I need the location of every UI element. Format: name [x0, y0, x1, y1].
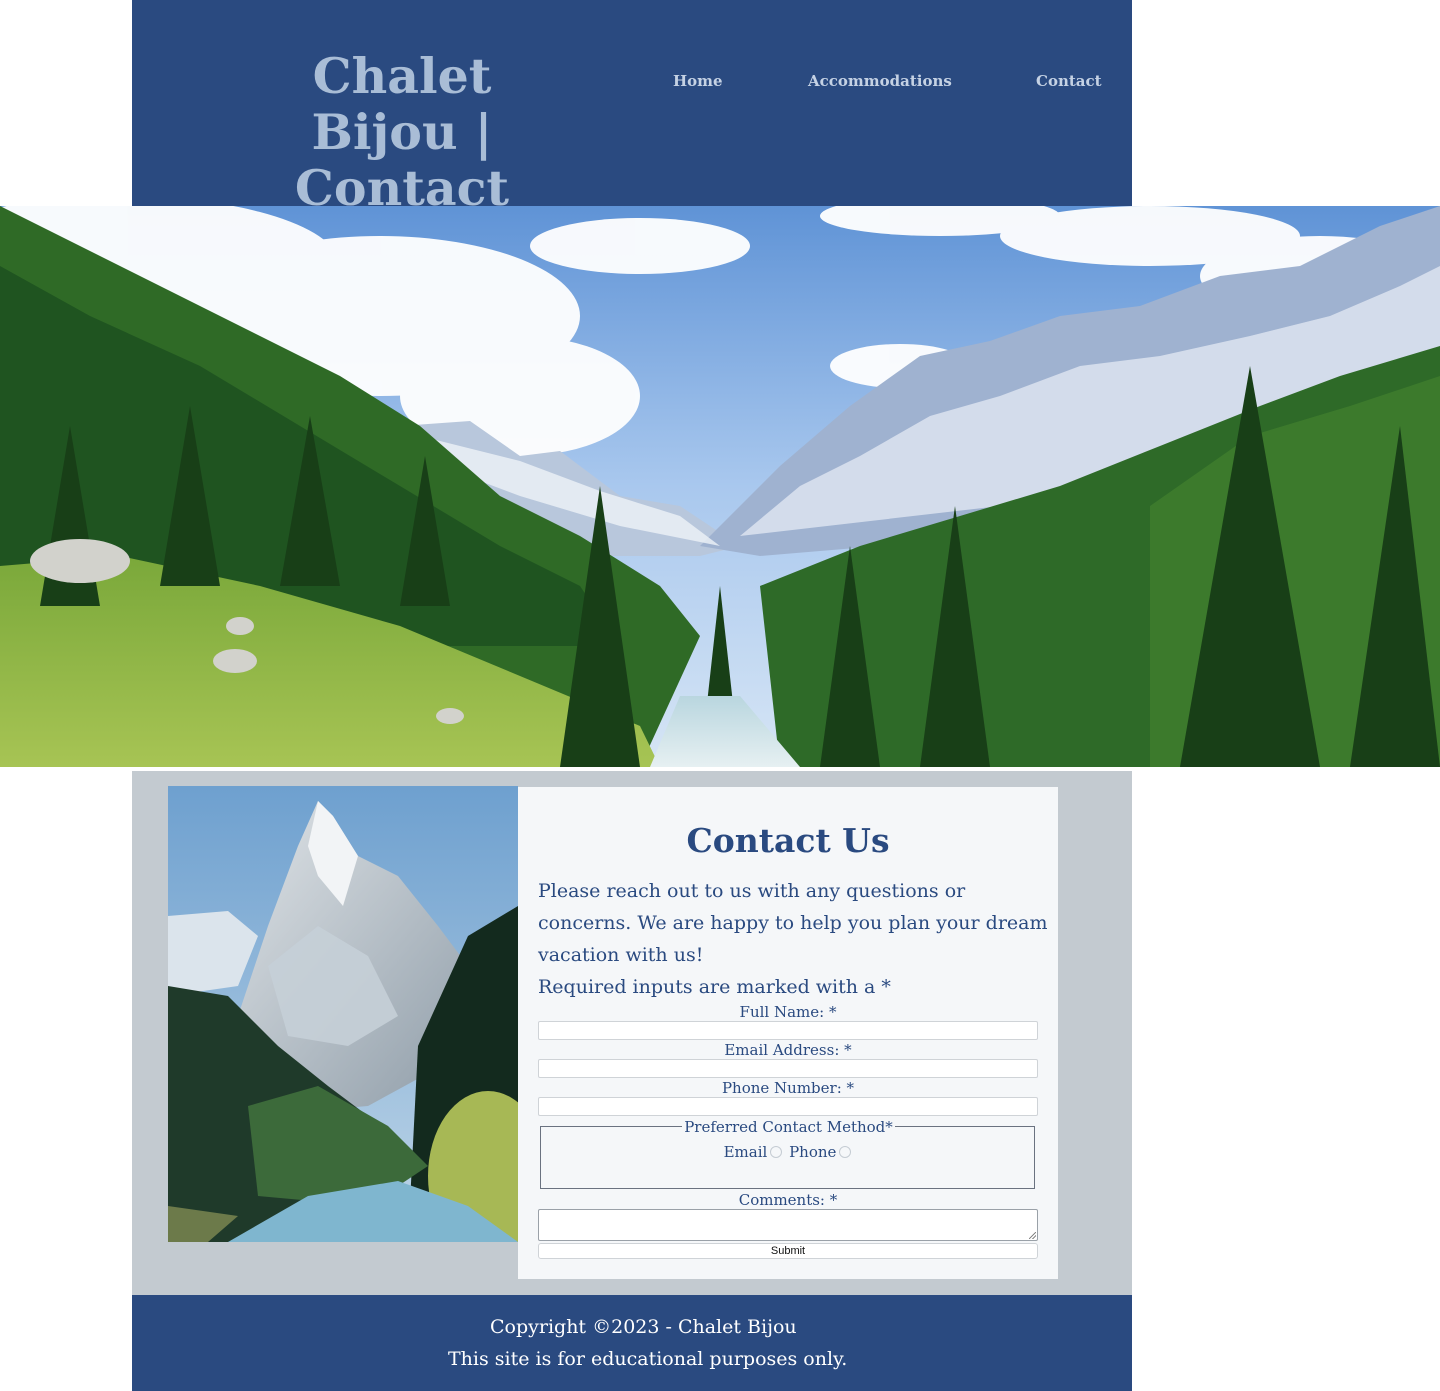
contact-method-legend: Preferred Contact Method*: [541, 1117, 1036, 1136]
comments-label: Comments: *: [738, 1191, 838, 1209]
nav-home-link[interactable]: Home: [673, 72, 723, 90]
contact-method-fieldset: Preferred Contact Method* Email Phone: [540, 1118, 1036, 1189]
disclaimer-text: This site is for educational purposes on…: [448, 1348, 848, 1370]
nav-accommodations-link[interactable]: Accommodations: [808, 72, 952, 90]
phone-label: Phone Number: *: [721, 1079, 855, 1097]
email-input[interactable]: [538, 1059, 1038, 1078]
phone-input[interactable]: [538, 1097, 1038, 1116]
email-label: Email Address: *: [724, 1041, 852, 1059]
method-email-label: Email: [723, 1143, 768, 1161]
contact-method-legend-text: Preferred Contact Method*: [682, 1118, 895, 1136]
full-name-label: Full Name: *: [739, 1003, 837, 1021]
main-nav: Home Accommodations Contact: [132, 72, 1132, 92]
method-email-radio[interactable]: [770, 1146, 783, 1158]
contact-panel: Contact Us Please reach out to us with a…: [518, 787, 1058, 1279]
required-note: Required inputs are marked with a *: [538, 976, 891, 998]
hero-landscape-image: [0, 206, 1440, 767]
resize-grip-icon[interactable]: [1029, 1232, 1036, 1239]
site-title-line1: Chalet Bijou |: [311, 47, 493, 161]
copyright-text: Copyright ©2023 - Chalet Bijou: [490, 1316, 797, 1338]
method-phone-radio[interactable]: [839, 1146, 852, 1158]
comments-textarea[interactable]: [538, 1209, 1038, 1241]
submit-button[interactable]: Submit: [538, 1243, 1038, 1259]
main-content: Contact Us Please reach out to us with a…: [132, 771, 1132, 1295]
full-name-input[interactable]: [538, 1021, 1038, 1040]
contact-intro-text: Please reach out to us with any question…: [538, 880, 1048, 966]
nav-contact-link[interactable]: Contact: [1036, 72, 1102, 90]
mountain-river-photo: [168, 786, 518, 1242]
site-footer: Copyright ©2023 - Chalet Bijou This site…: [132, 1295, 1132, 1391]
site-header: Chalet Bijou | Contact Home Accommodatio…: [132, 0, 1132, 216]
method-phone-label: Phone: [789, 1143, 837, 1161]
contact-method-options: Email Phone: [541, 1143, 1036, 1161]
contact-title: Contact Us: [686, 821, 890, 860]
